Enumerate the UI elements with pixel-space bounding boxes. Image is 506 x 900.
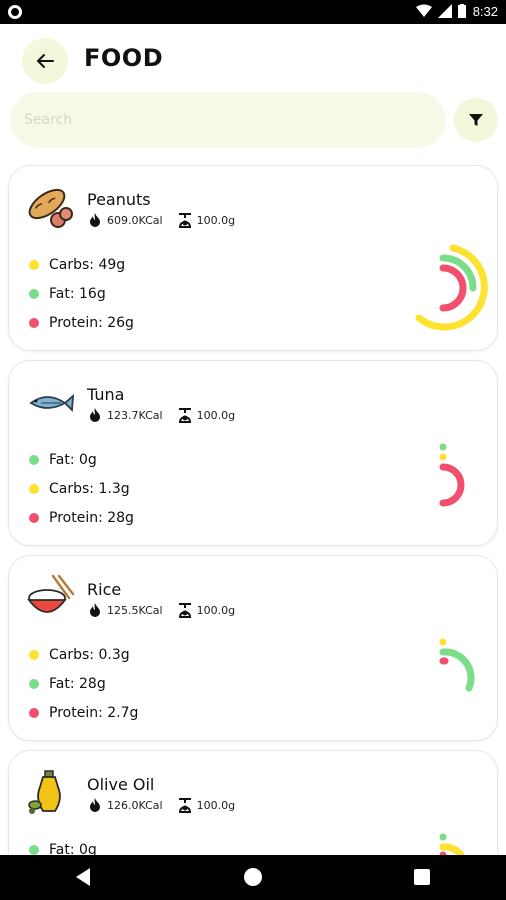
nav-back-icon[interactable] [76,868,90,886]
nutrient-item-fat: Fat: 28g [29,669,138,698]
protein-arc [439,264,467,312]
weight-value: 100.0g [196,213,236,227]
kcal-value: 126.0KCal [107,798,163,812]
nutrient-list: Fat: 0g Carbs: 1.3g Protein: 28g [29,445,134,532]
nutrient-item-protein: Protein: 2.7g [29,698,138,727]
nutrient-label: Carbs: 0.3g [49,646,130,663]
carbs-dot [29,483,39,494]
nutrient-label: Carbs: 1.3g [49,480,130,497]
macro-ring [439,443,465,507]
nutrient-item-fat: Fat: 16g [29,279,134,308]
macro-ring [415,244,488,331]
food-meta: 126.0KCal 100.0g [87,797,235,813]
scale-icon [178,603,191,618]
fat-arc [439,443,447,451]
fat-arc [439,833,447,841]
protein-dot [29,707,39,718]
kcal-value: 125.5KCal [107,603,163,617]
carbs-arc [439,453,447,461]
weight-value: 100.0g [196,603,236,617]
nutrient-label: Fat: 16g [49,285,106,302]
filter-button[interactable] [454,98,498,142]
nutrient-label: Fat: 0g [49,841,97,856]
nutrient-label: Protein: 2.7g [49,704,139,721]
protein-dot [29,317,39,328]
food-name: Tuna [87,385,125,404]
food-meta: 609.0KCal 100.0g [87,212,235,228]
nutrient-label: Protein: 26g [49,314,134,331]
scale-icon [178,408,191,423]
search-input[interactable] [10,92,446,148]
macro-ring [439,833,465,855]
arrow-left-icon [37,54,54,68]
food-list[interactable]: FOOD Peanuts 609.0KCal 100.0g Carbs: 49g… [0,0,506,855]
food-card-olive-oil[interactable]: Olive Oil 126.0KCal 100.0g Fat: 0g [8,750,498,855]
carbs-dot [29,649,39,660]
food-card-tuna[interactable]: Tuna 123.7KCal 100.0g Fat: 0g Carbs: 1.3… [8,360,498,546]
nutrient-item-carbs: Carbs: 0.3g [29,640,138,669]
nutrient-item-fat: Fat: 0g [29,835,97,855]
weight-value: 100.0g [196,798,236,812]
nutrient-list: Carbs: 49g Fat: 16g Protein: 26g [29,250,134,337]
filter-icon [469,114,483,126]
nutrient-label: Carbs: 49g [49,256,126,273]
weight-value: 100.0g [196,408,236,422]
kcal-value: 123.7KCal [107,408,163,422]
nutrient-item-protein: Protein: 28g [29,503,134,532]
olive-oil-icon [28,770,61,814]
nutrient-label: Fat: 28g [49,675,106,692]
food-card-peanuts[interactable]: Peanuts 609.0KCal 100.0g Carbs: 49g Fat:… [8,165,498,351]
nutrient-label: Fat: 0g [49,451,97,468]
food-name: Peanuts [87,190,151,209]
kcal-value: 609.0KCal [107,213,163,227]
fat-arc [439,648,475,692]
fat-dot [29,454,39,465]
peanut-icon [28,188,73,228]
food-meta: 125.5KCal 100.0g [87,602,235,618]
navigation-bar [0,855,506,900]
food-meta: 123.7KCal 100.0g [87,407,235,423]
fat-dot [29,678,39,689]
fire-icon [90,603,100,617]
nutrient-item-carbs: Carbs: 49g [29,250,134,279]
carbs-dot [29,259,39,270]
nutrient-list: Carbs: 0.3g Fat: 28g Protein: 2.7g [29,640,138,727]
fire-icon [90,213,100,227]
nutrient-item-protein: Protein: 26g [29,308,134,337]
scale-icon [178,798,191,813]
food-name: Rice [87,580,122,599]
back-button[interactable] [22,38,68,84]
nutrient-label: Protein: 28g [49,509,134,526]
fire-icon [90,408,100,422]
nav-recents-icon[interactable] [414,869,430,885]
nutrient-list: Fat: 0g [29,835,97,855]
protein-dot [29,512,39,523]
nutrient-item-carbs: Carbs: 1.3g [29,474,134,503]
scale-icon [178,213,191,228]
macro-ring [439,638,475,692]
fat-dot [29,288,39,299]
carbs-arc [439,638,447,646]
rice-bowl-icon [27,574,75,613]
fat-dot [29,844,39,855]
nav-home-icon[interactable] [244,868,262,886]
nutrient-item-fat: Fat: 0g [29,445,134,474]
protein-arc [439,463,465,507]
fish-icon [29,393,75,413]
fire-icon [90,798,100,812]
page-title: FOOD [84,44,164,72]
food-name: Olive Oil [87,775,155,794]
food-card-rice[interactable]: Rice 125.5KCal 100.0g Carbs: 0.3g Fat: 2… [8,555,498,741]
